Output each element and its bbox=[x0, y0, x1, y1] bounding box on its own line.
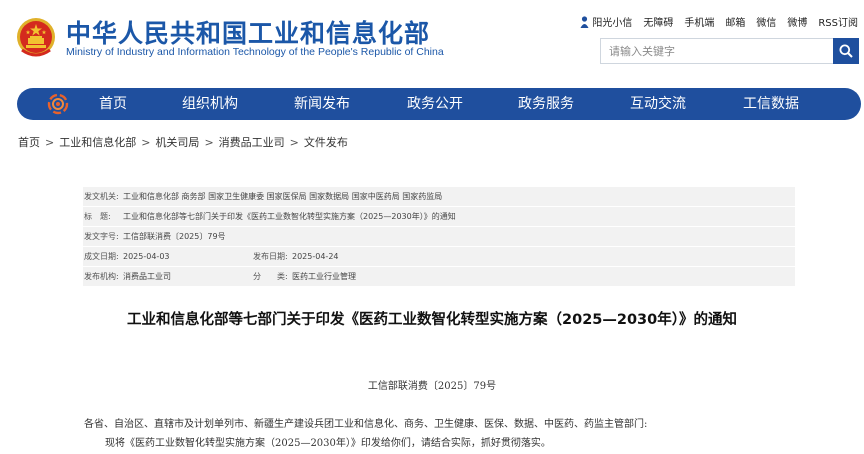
breadcrumb-separator: > bbox=[141, 135, 151, 149]
top-link-weibo[interactable]: 微博 bbox=[787, 14, 807, 29]
top-link-wechat[interactable]: 微信 bbox=[756, 14, 776, 29]
nav-item-interaction[interactable]: 互动交流 bbox=[630, 88, 686, 120]
breadcrumb-separator: > bbox=[289, 135, 299, 149]
breadcrumb: 首页 > 工业和信息化部 > 机关司局 > 消费品工业司 > 文件发布 bbox=[18, 134, 348, 150]
nav-item-organization[interactable]: 组织机构 bbox=[182, 88, 238, 120]
site-subtitle: Ministry of Industry and Information Tec… bbox=[66, 46, 444, 58]
top-link-mobile[interactable]: 手机端 bbox=[684, 14, 714, 29]
top-link-accessibility[interactable]: 无障碍 bbox=[643, 14, 673, 29]
meta-row-title: 标 题: 工业和信息化部等七部门关于印发《医药工业数智化转型实施方案（2025—… bbox=[83, 207, 795, 227]
meta-value: 工信部联消费〔2025〕79号 bbox=[123, 232, 226, 241]
article-title: 工业和信息化部等七部门关于印发《医药工业数智化转型实施方案（2025—2030年… bbox=[127, 312, 737, 328]
meta-row-issuer: 发文机关: 工业和信息化部 商务部 国家卫生健康委 国家医保局 国家数据局 国家… bbox=[83, 187, 795, 207]
meta-row-org: 发布机构: 消费品工业司 分 类: 医药工业行业管理 bbox=[83, 267, 795, 287]
search-input[interactable] bbox=[600, 38, 833, 64]
breadcrumb-home[interactable]: 首页 bbox=[18, 134, 40, 150]
meta-value: 消费品工业司 bbox=[123, 272, 171, 281]
breadcrumb-departments[interactable]: 机关司局 bbox=[155, 134, 199, 150]
nav-item-government-services[interactable]: 政务服务 bbox=[518, 88, 574, 120]
breadcrumb-ministry[interactable]: 工业和信息化部 bbox=[59, 134, 136, 150]
search-box bbox=[600, 38, 859, 64]
article-doc-number: 工信部联消费〔2025〕79号 bbox=[367, 381, 497, 392]
meta-label: 分 类: bbox=[253, 272, 288, 281]
top-links: 阳光小信 无障碍 手机端 邮箱 微信 微博 RSS订阅 bbox=[580, 14, 858, 29]
breadcrumb-documents[interactable]: 文件发布 bbox=[304, 134, 348, 150]
nav-item-news[interactable]: 新闻发布 bbox=[294, 88, 350, 120]
main-nav: 首页 组织机构 新闻发布 政务公开 政务服务 互动交流 工信数据 bbox=[17, 88, 861, 120]
breadcrumb-consumer-goods[interactable]: 消费品工业司 bbox=[219, 134, 285, 150]
national-emblem-icon bbox=[16, 16, 56, 60]
search-button[interactable] bbox=[833, 38, 859, 64]
nav-item-government-affairs[interactable]: 政务公开 bbox=[407, 88, 463, 120]
article-paragraph: 各省、自治区、直辖市及计划单列市、新疆生产建设兵团工业和信息化、商务、卫生健康、… bbox=[84, 419, 648, 430]
person-icon bbox=[580, 15, 589, 28]
breadcrumb-separator: > bbox=[204, 135, 214, 149]
article-paragraph: 现将《医药工业数智化转型实施方案（2025—2030年）》印发给你们，请结合实际… bbox=[105, 438, 551, 449]
meta-label: 成文日期: bbox=[84, 252, 119, 261]
top-link-sunshine[interactable]: 阳光小信 bbox=[580, 14, 632, 29]
site-header: 中华人民共和国工业和信息化部 Ministry of Industry and … bbox=[0, 0, 864, 86]
site-title: 中华人民共和国工业和信息化部 bbox=[66, 19, 431, 48]
home-logo-icon[interactable] bbox=[47, 93, 69, 115]
meta-row-dates: 成文日期: 2025-04-03 发布日期: 2025-04-24 bbox=[83, 247, 795, 267]
nav-item-data[interactable]: 工信数据 bbox=[743, 88, 799, 120]
meta-label: 标 题: bbox=[84, 212, 111, 221]
meta-value: 工业和信息化部等七部门关于印发《医药工业数智化转型实施方案（2025—2030年… bbox=[123, 212, 456, 221]
breadcrumb-separator: > bbox=[45, 135, 55, 149]
meta-value: 2025-04-24 bbox=[292, 252, 339, 261]
meta-label: 发文字号: bbox=[84, 232, 119, 241]
top-link-rss[interactable]: RSS订阅 bbox=[818, 14, 858, 29]
meta-label: 发布机构: bbox=[84, 272, 119, 281]
nav-item-home[interactable]: 首页 bbox=[99, 88, 127, 120]
meta-label: 发文机关: bbox=[84, 192, 119, 201]
document-meta-table: 发文机关: 工业和信息化部 商务部 国家卫生健康委 国家医保局 国家数据局 国家… bbox=[83, 187, 795, 287]
meta-row-docno: 发文字号: 工信部联消费〔2025〕79号 bbox=[83, 227, 795, 247]
meta-value: 工业和信息化部 商务部 国家卫生健康委 国家医保局 国家数据局 国家中医药局 国… bbox=[123, 192, 443, 201]
top-link-mail[interactable]: 邮箱 bbox=[725, 14, 745, 29]
search-icon bbox=[839, 44, 853, 58]
top-link-label: 阳光小信 bbox=[592, 18, 633, 29]
meta-label: 发布日期: bbox=[253, 252, 288, 261]
meta-value: 2025-04-03 bbox=[123, 252, 170, 261]
meta-value: 医药工业行业管理 bbox=[292, 272, 356, 281]
